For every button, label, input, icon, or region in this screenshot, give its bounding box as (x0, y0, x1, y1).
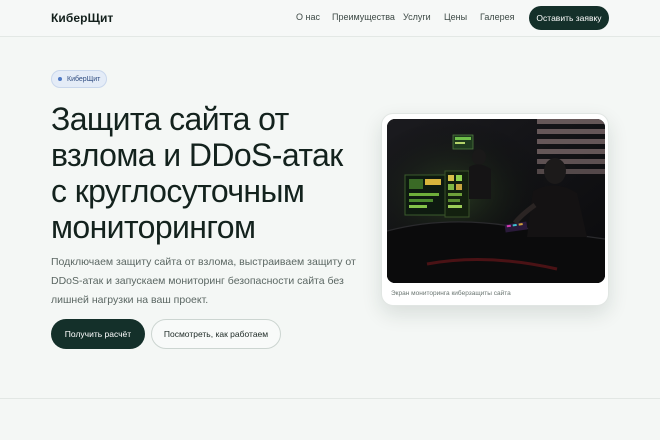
badge-label: КиберЩит (67, 75, 101, 83)
hero-title-line: мониторингом (51, 209, 256, 245)
request-button[interactable]: Оставить заявку (529, 6, 609, 30)
hero-description-line: Подключаем защиту сайта от взлома, выстр… (51, 256, 356, 268)
badge-dot-icon (58, 77, 62, 81)
nav-link-prices[interactable]: Цены (444, 12, 467, 22)
image-caption: Экран мониторинга киберзащиты сайта (391, 290, 511, 297)
hero-description-line: лишней нагрузки на ваш проект. (51, 294, 209, 306)
hero-description: Подключаем защиту сайта от взлома, выстр… (51, 253, 356, 310)
get-quote-button[interactable]: Получить расчёт (51, 319, 145, 349)
nav-link-advantages[interactable]: Преимущества (332, 12, 395, 22)
hero-title-line: взлома и DDoS-атак (51, 137, 343, 173)
hero-title: Защита сайта от взлома и DDoS-атак с кру… (51, 101, 381, 245)
monitoring-photo (387, 119, 605, 283)
monitoring-room-illustration (387, 119, 605, 283)
how-we-work-button[interactable]: Посмотреть, как работаем (151, 319, 281, 349)
brand-badge: КиберЩит (51, 70, 107, 88)
hero-description-line: DDoS-атак и запускаем мониторинг безопас… (51, 275, 344, 287)
hero-image-card: Экран мониторинга киберзащиты сайта (381, 113, 609, 306)
nav-link-gallery[interactable]: Галерея (480, 12, 515, 22)
hero-title-line: Защита сайта от (51, 101, 289, 137)
nav-link-about[interactable]: О нас (296, 12, 320, 22)
site-header: КиберЩит О нас Преимущества Услуги Цены … (0, 0, 660, 37)
section-divider (0, 398, 660, 399)
nav-link-services[interactable]: Услуги (403, 12, 431, 22)
hero-title-line: с круглосуточным (51, 173, 305, 209)
